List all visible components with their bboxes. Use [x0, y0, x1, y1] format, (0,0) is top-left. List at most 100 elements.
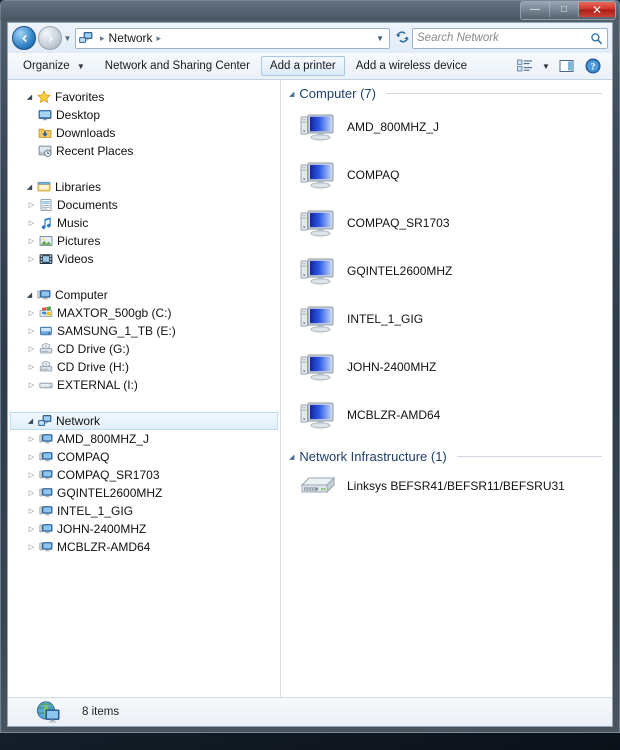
sidebar-item-intel-1-gig[interactable]: ▷ INTEL_1_GIG [8, 502, 280, 520]
title-bar[interactable]: — □ ✕ [0, 0, 620, 20]
search-input[interactable]: Search Network [417, 32, 590, 44]
sidebar-item-documents[interactable]: ▷ Documents [8, 196, 280, 214]
sidebar-item-external-i[interactable]: ▷ EXTERNAL (I:) [8, 376, 280, 394]
back-button[interactable] [12, 26, 36, 50]
sidebar-item-amd-800mhz-j[interactable]: ▷ AMD_800MHZ_J [8, 430, 280, 448]
list-item[interactable]: Linksys BEFSR41/BEFSR11/BEFSRU31 [281, 466, 612, 506]
expand-triangle-icon[interactable]: ▷ [26, 364, 37, 371]
address-bar: ▼ ▸ Network ▸ ▼ Search Network [8, 23, 612, 53]
sidebar-item-network[interactable]: ◢ Network [10, 412, 278, 430]
add-printer-button[interactable]: Add a printer [260, 56, 345, 76]
list-item[interactable]: MCBLZR-AMD64 [281, 391, 612, 439]
sidebar-item-music[interactable]: ▷ Music [8, 214, 280, 232]
sidebar-item-recent-places[interactable]: Recent Places [8, 142, 280, 160]
command-toolbar: Organize ▼ Network and Sharing Center Ad… [8, 53, 612, 80]
sidebar-item-mcblzr-amd64[interactable]: ▷ MCBLZR-AMD64 [8, 538, 280, 556]
sidebar-item-cd-drive-g[interactable]: ▷ CD Drive (G:) [8, 340, 280, 358]
sidebar-item-compaq-sr1703[interactable]: ▷ COMPAQ_SR1703 [8, 466, 280, 484]
status-bar: 8 items [8, 697, 612, 726]
content-group-header-network-infrastructure[interactable]: ◢ Network Infrastructure (1) [281, 439, 612, 466]
explorer-panes: ◢ Favorites Desktop Downloads Recent Pla… [8, 80, 612, 697]
collapse-triangle-icon[interactable]: ◢ [289, 453, 294, 461]
sidebar-item-videos[interactable]: ▷ Videos [8, 250, 280, 268]
expand-triangle-icon[interactable]: ◢ [24, 94, 35, 101]
computer-icon [37, 504, 55, 518]
sidebar-item-desktop[interactable]: Desktop [8, 106, 280, 124]
downloads-icon [36, 126, 54, 140]
change-view-button[interactable] [514, 56, 536, 76]
computer-icon [295, 303, 341, 335]
item-label: Linksys BEFSR41/BEFSR11/BEFSRU31 [347, 479, 565, 493]
sidebar-item-cd-drive-h[interactable]: ▷ CD Drive (H:) [8, 358, 280, 376]
expand-triangle-icon[interactable]: ▷ [26, 544, 37, 551]
sidebar-item-maxtor-c[interactable]: ▷ MAXTOR_500gb (C:) [8, 304, 280, 322]
collapse-triangle-icon[interactable]: ◢ [289, 90, 294, 98]
sidebar-item-gqintel2600mhz[interactable]: ▷ GQINTEL2600MHZ [8, 484, 280, 502]
list-item[interactable]: COMPAQ [281, 151, 612, 199]
expand-triangle-icon[interactable]: ▷ [26, 310, 37, 317]
expand-triangle-icon[interactable]: ▷ [26, 508, 37, 515]
sidebar-label: MAXTOR_500gb (C:) [57, 306, 172, 320]
expand-triangle-icon[interactable]: ◢ [25, 418, 36, 425]
expand-triangle-icon[interactable]: ▷ [26, 202, 37, 209]
close-button[interactable]: ✕ [579, 2, 615, 17]
expand-triangle-icon[interactable]: ▷ [26, 220, 37, 227]
history-dropdown-button[interactable]: ▼ [62, 34, 73, 43]
organize-button[interactable]: Organize ▼ [14, 56, 94, 76]
expand-triangle-icon[interactable]: ▷ [26, 256, 37, 263]
list-item[interactable]: COMPAQ_SR1703 [281, 199, 612, 247]
window-client-area: ▼ ▸ Network ▸ ▼ Search Network Organize … [7, 22, 613, 727]
breadcrumb-dropdown-icon[interactable]: ▼ [376, 34, 386, 43]
expand-triangle-icon[interactable]: ▷ [26, 526, 37, 533]
network-sharing-center-button[interactable]: Network and Sharing Center [96, 56, 259, 76]
expand-triangle-icon[interactable]: ◢ [24, 184, 35, 191]
sidebar-label: CD Drive (H:) [57, 360, 129, 374]
content-pane[interactable]: ◢ Computer (7) AMD_800MHZ_J COMPAQ COMPA… [281, 80, 612, 697]
computer-icon [295, 351, 341, 383]
expand-triangle-icon[interactable]: ▷ [26, 328, 37, 335]
expand-triangle-icon[interactable]: ▷ [26, 436, 37, 443]
sidebar-item-compaq[interactable]: ▷ COMPAQ [8, 448, 280, 466]
content-group-header-computer[interactable]: ◢ Computer (7) [281, 80, 612, 103]
expand-triangle-icon[interactable]: ▷ [26, 472, 37, 479]
expand-triangle-icon[interactable]: ◢ [24, 292, 35, 299]
hard-drive-icon [37, 324, 55, 338]
sidebar-item-pictures[interactable]: ▷ Pictures [8, 232, 280, 250]
group-divider [456, 456, 602, 457]
sidebar-item-downloads[interactable]: Downloads [8, 124, 280, 142]
network-icon [79, 31, 94, 45]
sidebar-item-samsung-e[interactable]: ▷ SAMSUNG_1_TB (E:) [8, 322, 280, 340]
navigation-pane[interactable]: ◢ Favorites Desktop Downloads Recent Pla… [8, 80, 281, 697]
item-label: MCBLZR-AMD64 [347, 408, 441, 422]
desktop-icon [36, 108, 54, 122]
sidebar-label: Favorites [55, 90, 105, 104]
forward-button[interactable] [38, 26, 62, 50]
sidebar-item-favorites[interactable]: ◢ Favorites [8, 88, 280, 106]
sidebar-item-john-2400mhz[interactable]: ▷ JOHN-2400MHZ [8, 520, 280, 538]
list-item[interactable]: GQINTEL2600MHZ [281, 247, 612, 295]
expand-triangle-icon[interactable]: ▷ [26, 238, 37, 245]
list-item[interactable]: INTEL_1_GIG [281, 295, 612, 343]
help-button[interactable]: ? [582, 56, 604, 76]
pictures-icon [37, 234, 55, 248]
maximize-button[interactable]: □ [550, 2, 579, 17]
preview-pane-button[interactable] [556, 56, 578, 76]
list-item[interactable]: JOHN-2400MHZ [281, 343, 612, 391]
sidebar-label: Pictures [57, 234, 101, 248]
sidebar-item-libraries[interactable]: ◢ Libraries [8, 178, 280, 196]
change-view-dropdown-button[interactable]: ▼ [540, 56, 552, 76]
expand-triangle-icon[interactable]: ▷ [26, 346, 37, 353]
sidebar-label: Documents [57, 198, 118, 212]
list-item[interactable]: AMD_800MHZ_J [281, 103, 612, 151]
breadcrumb-bar[interactable]: ▸ Network ▸ ▼ [75, 27, 390, 49]
expand-triangle-icon[interactable]: ▷ [26, 382, 37, 389]
expand-triangle-icon[interactable]: ▷ [26, 490, 37, 497]
sidebar-item-computer[interactable]: ◢ Computer [8, 286, 280, 304]
breadcrumb-separator-trailing[interactable]: ▸ [157, 33, 162, 44]
add-wireless-device-button[interactable]: Add a wireless device [347, 56, 476, 76]
breadcrumb-network[interactable]: Network [109, 31, 153, 45]
minimize-button[interactable]: — [521, 2, 550, 17]
search-box[interactable]: Search Network [412, 27, 608, 49]
expand-triangle-icon[interactable]: ▷ [26, 454, 37, 461]
refresh-button[interactable] [392, 30, 412, 47]
